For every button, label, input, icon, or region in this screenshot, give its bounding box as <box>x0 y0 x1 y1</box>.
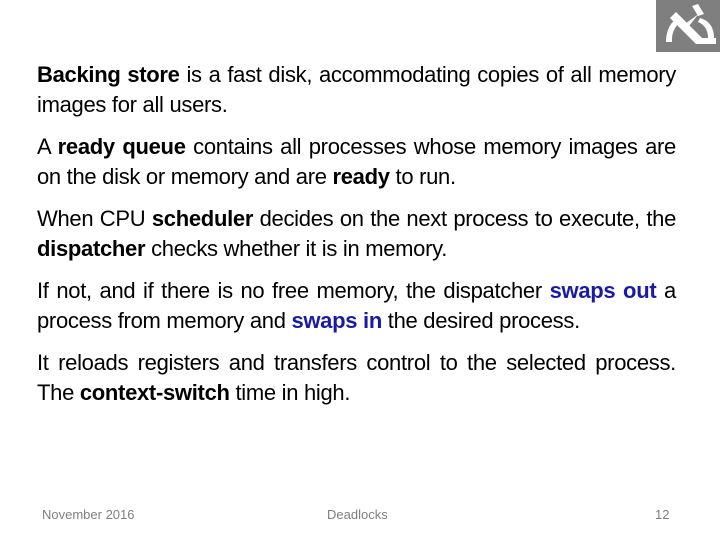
bold-term: scheduler <box>151 206 254 231</box>
highlighted-term: swaps in <box>291 308 382 333</box>
paragraph: It reloads registers and transfers contr… <box>37 348 676 408</box>
text-segment: time in high. <box>229 380 351 405</box>
text-segment: the desired process. <box>381 308 580 333</box>
footer-page-number: 12 <box>655 507 670 522</box>
bold-term: ready <box>332 164 390 189</box>
paragraph: When CPU scheduler decides on the next p… <box>37 204 676 264</box>
footer-date: November 2016 <box>42 507 135 522</box>
paragraph: A ready queue contains all processes who… <box>37 132 676 192</box>
slide-body: Backing store is a fast disk, accommodat… <box>37 60 676 420</box>
text-segment: A <box>37 134 58 159</box>
microscope-logo-icon <box>656 0 720 52</box>
bold-term: dispatcher <box>37 236 146 261</box>
bold-term: Backing store <box>37 62 180 87</box>
text-segment: decides on the next process to execute, … <box>253 206 677 231</box>
paragraph: If not, and if there is no free memory, … <box>37 276 676 336</box>
bold-term: context-switch <box>79 380 230 405</box>
text-segment: to run. <box>389 164 457 189</box>
bold-term: ready queue <box>57 134 186 159</box>
text-segment: checks whether it is in memory. <box>145 236 448 261</box>
highlighted-term: swaps out <box>549 278 657 303</box>
logo <box>656 0 720 52</box>
footer-title: Deadlocks <box>327 507 388 522</box>
text-segment: If not, and if there is no free memory, … <box>37 278 550 303</box>
text-segment: When CPU <box>37 206 152 231</box>
paragraph: Backing store is a fast disk, accommodat… <box>37 60 676 120</box>
